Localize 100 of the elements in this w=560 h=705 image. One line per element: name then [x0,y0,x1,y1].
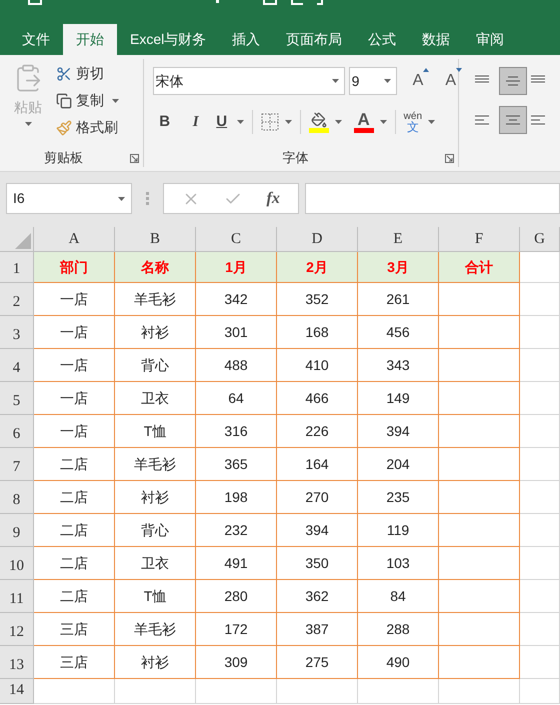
caret-icon[interactable] [118,196,125,200]
ribbon-tab[interactable]: 公式 [355,24,410,55]
table-cell: 387 [277,613,358,646]
align-left-icon [474,113,490,127]
table-cell: 365 [196,448,277,481]
row-header[interactable]: 3 [0,316,34,349]
fill-color-button[interactable] [308,112,329,132]
column-header[interactable]: D [277,227,358,252]
grow-font-button[interactable]: A [410,69,426,93]
table-cell: 288 [358,613,439,646]
ribbon-tab[interactable]: Excel与财务 [117,24,220,55]
row-header[interactable]: 12 [0,613,34,646]
align-middle-icon [505,74,521,88]
row-header[interactable]: 14 [0,679,34,704]
row-header[interactable]: 2 [0,283,34,316]
table-cell [520,646,560,679]
caret-icon[interactable] [334,120,342,124]
underline-button[interactable]: U [210,110,233,134]
table-cell [520,514,560,547]
table-cell: 103 [358,547,439,580]
font-name-combobox[interactable]: 宋体 [152,67,345,95]
toolbar-icon[interactable] [291,0,303,5]
group-label: 剪贴板 [44,148,83,166]
table-cell [520,415,560,448]
table-cell [520,448,560,481]
table-cell: 二店 [34,448,115,481]
caret-icon[interactable] [284,120,292,124]
row-header[interactable]: 6 [0,415,34,448]
row-header[interactable]: 4 [0,349,34,382]
italic-button[interactable]: I [180,110,211,134]
caret-icon[interactable] [380,120,387,124]
table-cell: 名称 [115,252,196,283]
borders-icon[interactable] [260,113,279,131]
format-painter-button[interactable]: 格式刷 [56,117,119,138]
table-cell: 168 [277,316,358,349]
toolbar-icon[interactable] [317,0,323,5]
row-header[interactable]: 10 [0,547,34,580]
table-cell: 342 [196,283,277,316]
toolbar-icon[interactable] [263,0,277,5]
table-cell: 卫衣 [115,382,196,415]
table-cell: 一店 [34,415,115,448]
bold-button[interactable]: B [152,110,177,134]
table-cell: 235 [358,481,439,514]
column-header[interactable]: F [439,227,520,252]
align-center-icon [505,113,521,127]
shrink-font-button[interactable]: A [443,69,458,93]
table-cell: 背心 [115,514,196,547]
ribbon-tab[interactable]: 数据 [409,24,464,55]
table-cell: 149 [358,382,439,415]
toolbar-icon[interactable] [28,0,42,5]
formula-input-field[interactable] [305,183,560,214]
table-cell: 二店 [34,481,115,514]
table-cell: 280 [196,580,277,613]
column-header[interactable]: A [34,227,115,252]
align-button[interactable] [499,106,527,134]
ribbon-tab[interactable]: 页面布局 [273,24,356,55]
column-header[interactable]: C [196,227,277,252]
ribbon-tab[interactable]: 文件 [9,24,63,55]
caret-icon[interactable] [236,120,244,124]
column-header[interactable]: E [358,227,439,252]
align-button[interactable] [499,67,527,95]
phonetic-guide-button[interactable]: wén 文 [404,111,422,133]
row-header[interactable]: 13 [0,646,34,679]
table-cell: 一店 [34,316,115,349]
cut-button[interactable]: 剪切 [56,63,119,84]
align-left-icon [530,113,546,127]
table-cell: 164 [277,448,358,481]
row-header[interactable]: 1 [0,252,34,283]
table-cell: 410 [277,349,358,382]
caret-icon[interactable] [384,79,391,83]
table-cell: 三店 [34,613,115,646]
table-cell [520,382,560,415]
caret-icon[interactable] [112,98,119,102]
grip-icon[interactable] [146,192,149,206]
paintbrush-icon [56,120,72,136]
row-header[interactable]: 8 [0,481,34,514]
table-cell [520,481,560,514]
font-size-combobox[interactable]: 9 [348,67,397,95]
table-cell: 343 [358,349,439,382]
column-header[interactable]: G [520,227,560,252]
copy-button[interactable]: 复制 [56,90,104,111]
ribbon-tab[interactable]: 开始 [63,24,117,55]
caret-icon[interactable] [332,79,339,83]
dialog-launcher-icon[interactable] [445,154,454,163]
row-header[interactable]: 9 [0,514,34,547]
dialog-launcher-icon[interactable] [130,154,139,163]
row-header[interactable]: 11 [0,580,34,613]
name-box[interactable]: I6 [6,183,132,214]
table-cell: T恤 [115,580,196,613]
table-cell: 羊毛衫 [115,283,196,316]
table-cell [520,252,560,283]
row-header[interactable]: 5 [0,382,34,415]
table-cell: 490 [358,646,439,679]
ribbon-tab[interactable]: 审阅 [463,24,518,55]
row-header[interactable]: 7 [0,448,34,481]
insert-function-button[interactable]: fx [266,186,280,210]
caret-icon[interactable] [428,120,436,124]
ribbon-tab[interactable]: 插入 [219,24,274,55]
font-color-button[interactable]: A [354,111,374,133]
column-header[interactable]: B [115,227,196,252]
